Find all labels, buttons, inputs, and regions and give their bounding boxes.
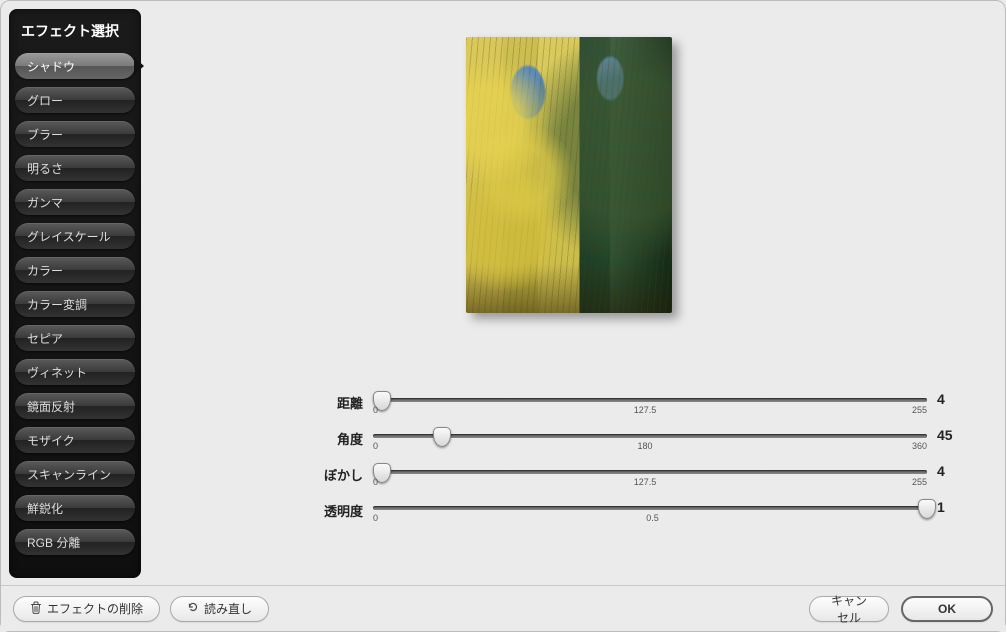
- slider-blur: ぼかし 0 127.5 255 4: [321, 459, 957, 495]
- tick-mid: 127.5: [634, 405, 657, 415]
- ok-button[interactable]: OK: [901, 596, 993, 622]
- effect-scanline[interactable]: スキャンライン: [15, 461, 135, 487]
- effect-gamma[interactable]: ガンマ: [15, 189, 135, 215]
- effect-sepia[interactable]: セピア: [15, 325, 135, 351]
- slider-distance: 距離 0 127.5 255 4: [321, 387, 957, 423]
- delete-effect-button[interactable]: エフェクトの削除: [13, 596, 160, 622]
- slider-angle: 角度 0 180 360 45: [321, 423, 957, 459]
- effect-label: ヴィネット: [27, 366, 87, 380]
- button-label: OK: [938, 602, 956, 616]
- cancel-button[interactable]: キャンセル: [809, 596, 889, 622]
- effect-label: シャドウ: [27, 60, 75, 74]
- slider-track[interactable]: 0 180 360: [373, 423, 927, 459]
- footer: エフェクトの削除 読み直し キャンセル OK: [1, 585, 1005, 631]
- effect-label: グロー: [27, 94, 63, 108]
- button-label: 読み直し: [204, 600, 252, 617]
- tick-min: 0: [373, 405, 378, 415]
- sidebar-title: エフェクト選択: [15, 17, 135, 53]
- effect-label: カラー変調: [27, 298, 87, 312]
- effect-rgb-split[interactable]: RGB 分離: [15, 529, 135, 555]
- effect-color[interactable]: カラー: [15, 257, 135, 283]
- effect-sidebar: エフェクト選択 シャドウ グロー ブラー 明るさ ガンマ グレイスケール カラー…: [9, 9, 141, 578]
- preview-wrap: [466, 37, 672, 313]
- effect-label: 鮮鋭化: [27, 502, 63, 516]
- reload-button[interactable]: 読み直し: [170, 596, 269, 622]
- effect-vignette[interactable]: ヴィネット: [15, 359, 135, 385]
- effect-label: 鏡面反射: [27, 400, 75, 414]
- trash-icon: [30, 601, 42, 617]
- slider-panel: 距離 0 127.5 255 4 角度: [321, 387, 957, 531]
- effect-label: 明るさ: [27, 162, 63, 176]
- effect-mirror[interactable]: 鏡面反射: [15, 393, 135, 419]
- tick-mid: 0.5: [646, 513, 659, 523]
- reload-icon: [187, 601, 199, 616]
- effect-label: カラー: [27, 264, 63, 278]
- tick-max: 255: [912, 477, 927, 487]
- slider-track[interactable]: 0 127.5 255: [373, 387, 927, 423]
- effect-label: ブラー: [27, 128, 63, 142]
- slider-track[interactable]: 0 127.5 255: [373, 459, 927, 495]
- tick-min: 0: [373, 441, 378, 451]
- slider-value: 45: [927, 423, 957, 443]
- effect-label: RGB 分離: [27, 536, 80, 550]
- tick-max: 255: [912, 405, 927, 415]
- preview-image: [466, 37, 672, 313]
- slider-label: 角度: [321, 423, 373, 448]
- slider-label: ぼかし: [321, 459, 373, 484]
- content-area: 距離 0 127.5 255 4 角度: [141, 9, 997, 578]
- button-label: エフェクトの削除: [47, 600, 143, 617]
- effect-brightness[interactable]: 明るさ: [15, 155, 135, 181]
- tick-mid: 127.5: [634, 477, 657, 487]
- tick-min: 0: [373, 513, 378, 523]
- effect-color-mod[interactable]: カラー変調: [15, 291, 135, 317]
- effect-blur[interactable]: ブラー: [15, 121, 135, 147]
- tick-mid: 180: [637, 441, 652, 451]
- slider-opacity: 透明度 0 0.5 1: [321, 495, 957, 531]
- effect-shadow[interactable]: シャドウ: [15, 53, 135, 79]
- slider-value: 4: [927, 459, 957, 479]
- effect-label: セピア: [27, 332, 63, 346]
- effect-sharpen[interactable]: 鮮鋭化: [15, 495, 135, 521]
- effect-label: グレイスケール: [27, 230, 111, 244]
- effect-label: モザイク: [27, 434, 75, 448]
- slider-track[interactable]: 0 0.5: [373, 495, 927, 531]
- slider-label: 透明度: [321, 495, 373, 520]
- tick-max: 360: [912, 441, 927, 451]
- effect-mosaic[interactable]: モザイク: [15, 427, 135, 453]
- button-label: キャンセル: [826, 592, 872, 626]
- effect-grayscale[interactable]: グレイスケール: [15, 223, 135, 249]
- effect-glow[interactable]: グロー: [15, 87, 135, 113]
- slider-value: 4: [927, 387, 957, 407]
- slider-label: 距離: [321, 387, 373, 412]
- effect-label: ガンマ: [27, 196, 63, 210]
- tick-min: 0: [373, 477, 378, 487]
- effect-label: スキャンライン: [27, 468, 111, 482]
